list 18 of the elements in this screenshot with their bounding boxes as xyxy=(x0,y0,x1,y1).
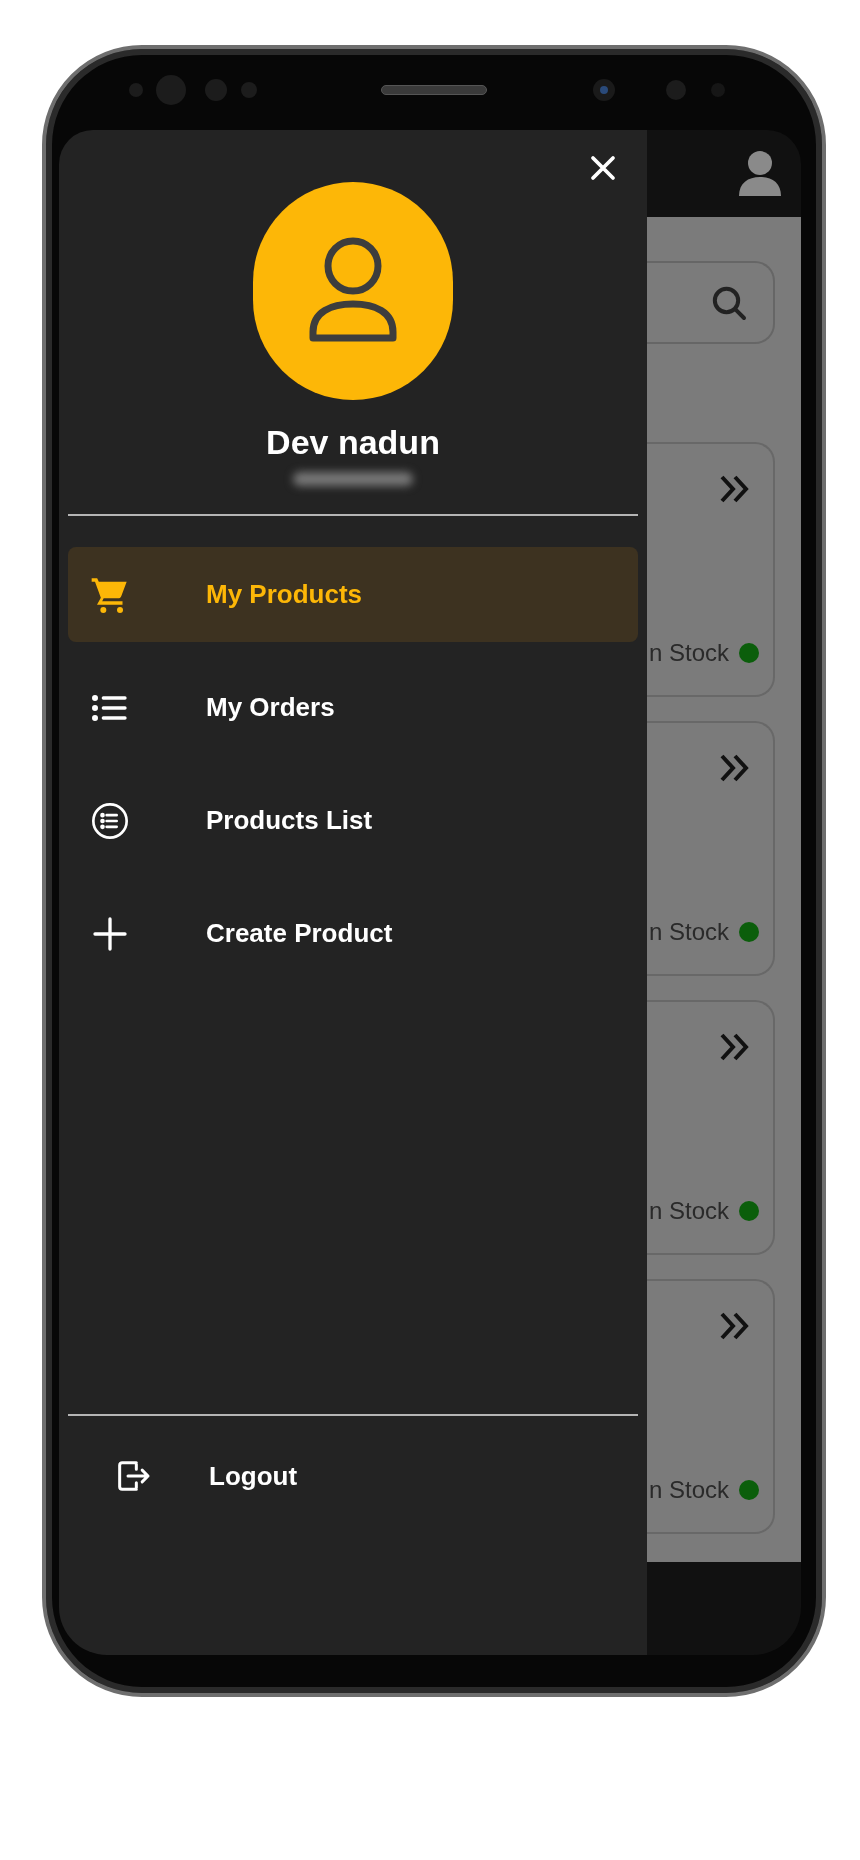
menu-item[interactable]: My Products xyxy=(68,547,638,642)
stock-status: n Stock xyxy=(648,1196,729,1226)
double-chevron-icon xyxy=(719,1311,751,1341)
close-icon xyxy=(588,153,618,183)
stock-status: n Stock xyxy=(648,638,729,668)
double-chevron-icon xyxy=(719,753,751,783)
menu-item[interactable]: Products List xyxy=(68,773,638,868)
user-name: Dev nadun xyxy=(266,422,440,463)
search-field[interactable] xyxy=(647,261,775,344)
menu-item[interactable]: My Orders xyxy=(68,660,638,755)
stock-status: n Stock xyxy=(648,1475,729,1505)
user-icon[interactable] xyxy=(737,149,783,198)
double-chevron-icon xyxy=(719,1032,751,1062)
double-chevron-icon xyxy=(719,474,751,504)
stock-status: n Stock xyxy=(648,917,729,947)
logout-button[interactable]: Logout xyxy=(59,1416,647,1536)
menu-item[interactable]: Create Product xyxy=(68,886,638,981)
circled-list-icon xyxy=(90,800,130,841)
